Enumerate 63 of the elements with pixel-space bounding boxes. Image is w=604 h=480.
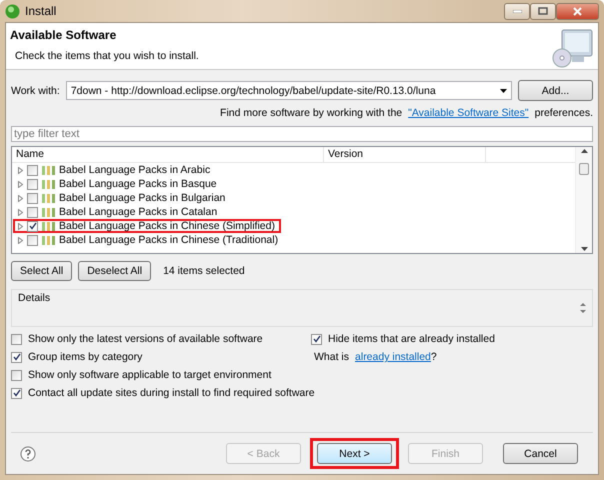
checkbox[interactable] [11,388,22,398]
add-button[interactable]: Add... [518,80,593,101]
package-icon [42,208,55,216]
filter-field[interactable]: type filter text [11,126,593,142]
tree-item-label: Babel Language Packs in Chinese (Traditional) [59,234,278,246]
page-subtitle: Check the items that you wish to install. [15,50,200,62]
column-header[interactable]: Name [12,147,324,162]
scroll-thumb[interactable] [579,163,589,175]
spinner-icon[interactable] [580,303,586,313]
checkbox[interactable] [27,164,38,176]
column-header[interactable]: Version [324,147,486,162]
checkbox[interactable] [27,178,38,190]
package-icon [42,194,55,202]
work-with-label: Work with: [11,84,60,96]
package-icon [42,222,55,230]
option-label: Show only the latest versions of available software [28,333,263,345]
dropdown-arrow-icon[interactable] [500,88,507,92]
package-icon [42,166,55,174]
close-icon [573,6,582,16]
what-is-text: What is [314,351,350,363]
checkbox[interactable] [27,220,38,232]
scrollbar[interactable] [575,147,592,253]
checkbox[interactable] [11,370,22,380]
option-label: Contact all update sites during install to find required software [28,387,315,399]
question-mark: ? [430,351,437,363]
tree-item-label: Babel Language Packs in Chinese (Simplified) [59,220,275,232]
tree-item-label: Babel Language Packs in Catalan [59,206,218,218]
already-installed-link[interactable]: already installed [355,351,431,363]
scroll-up-icon[interactable] [580,149,588,153]
tree-item-label: Babel Language Packs in Arabic [59,164,210,176]
minimize-icon [512,10,522,12]
checkbox[interactable] [27,206,38,218]
deselect-all-button[interactable]: Deselect All [78,261,152,281]
window-title: Install [25,4,56,18]
tree-item-label: Babel Language Packs in Bulgarian [59,192,226,204]
checkbox[interactable] [11,334,22,344]
sites-note: preferences. [534,107,593,119]
page-title: Available Software [10,28,118,42]
tree-item-label: Babel Language Packs in Basque [59,178,217,190]
maximize-button[interactable] [530,2,556,20]
scroll-down-icon[interactable] [580,247,588,251]
available-sites-link[interactable]: "Available Software Sites" [408,107,529,119]
option-label: Show only software applicable to target environment [28,369,272,381]
work-with-dropdown[interactable]: 7down - http://download.eclipse.org/technology/babel/update-site/R0.13.0/luna [66,81,512,100]
select-all-button[interactable]: Select All [11,261,72,281]
details-title: Details [18,292,50,306]
cancel-button[interactable]: Cancel [503,443,578,464]
checkbox[interactable] [27,234,38,246]
checkbox[interactable] [11,352,22,362]
selection-status: 14 items selected [163,265,245,277]
package-icon [42,180,55,188]
sites-note: Find more software by working with the [220,107,402,119]
option-label: Hide items that are already installed [328,333,495,345]
minimize-button[interactable] [504,2,530,20]
close-button[interactable] [556,2,599,20]
next-button[interactable]: Next > [317,443,392,464]
checkbox[interactable] [27,192,38,204]
package-icon [42,236,55,244]
checkbox[interactable] [311,334,322,344]
maximize-icon [538,7,548,15]
app-icon [5,4,20,18]
option-label: Group items by category [28,351,142,363]
help-icon[interactable] [20,446,36,462]
